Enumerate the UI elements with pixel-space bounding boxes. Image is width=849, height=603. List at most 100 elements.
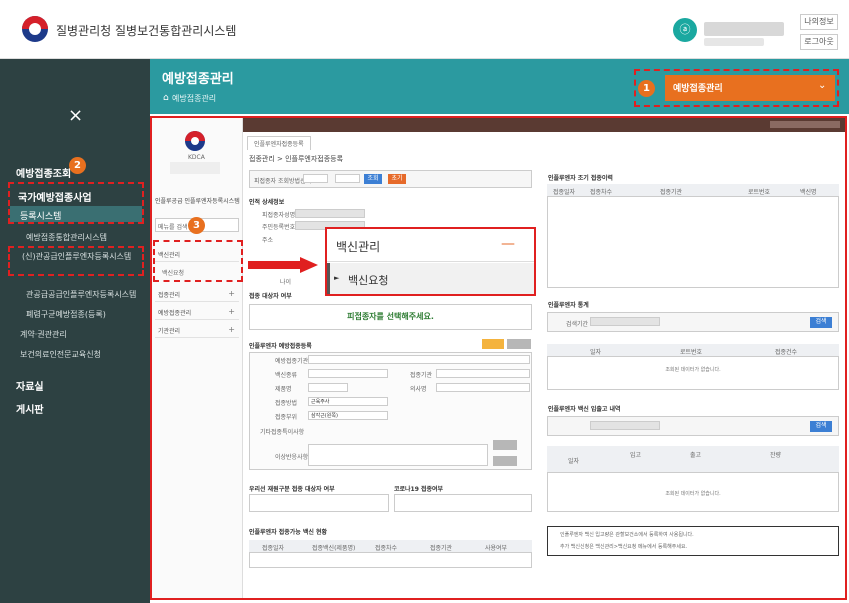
col-use: 사용여부 xyxy=(485,545,508,552)
sidebar-item-education[interactable]: 보건의료인전문교육신청 xyxy=(20,349,101,360)
col-hist-vax: 백신명 xyxy=(800,189,817,196)
step-badge-2: 2 xyxy=(69,157,86,174)
inner-topbar xyxy=(243,118,845,132)
org-subtitle-redacted xyxy=(170,162,220,174)
search-input-1[interactable] xyxy=(303,174,328,183)
logout-button[interactable]: 로그아웃 xyxy=(800,34,838,50)
sidebar-item-flu-supply[interactable]: 관공급공급인플루엔자등록시스템 xyxy=(26,289,136,300)
address-label: 주소 xyxy=(262,237,274,244)
breadcrumb[interactable]: 예방접종관리 xyxy=(172,93,216,104)
select-patient-message: 피접종자를 선택해주세요. xyxy=(249,304,532,330)
clear-button[interactable] xyxy=(507,339,531,349)
col-stock-in: 입고 xyxy=(630,452,642,459)
plus-icon: + xyxy=(228,325,235,334)
inner-menu-institution[interactable]: 기관관리 + xyxy=(155,322,239,338)
stock-empty: 조회된 데이터가 없습니다. xyxy=(665,491,721,497)
vaccine-type-select[interactable] xyxy=(308,369,388,378)
site-select[interactable]: 삼각근(왼쪽) xyxy=(308,411,388,420)
personal-info-heading: 인적 상세정보 xyxy=(249,199,285,206)
menu-dropdown[interactable]: 예방접종관리 xyxy=(665,75,835,101)
close-icon[interactable]: × xyxy=(68,105,83,126)
stock-query-button[interactable]: 검색 xyxy=(810,421,832,432)
sidebar-item-registration[interactable]: 등록시스템 xyxy=(20,209,61,222)
stock-period-field[interactable] xyxy=(590,421,660,430)
step-badge-3: 3 xyxy=(188,217,205,234)
sidebar-item-vaccination-inquiry[interactable]: 예방접종조회 xyxy=(16,165,71,180)
inner-menu-institution-label: 기관관리 xyxy=(158,328,181,335)
vaccine-registration-heading: 인플루엔자 예방접종등록 xyxy=(249,343,312,350)
inst-label: 접종기관 xyxy=(410,372,433,379)
inner-menu-vaccine-request[interactable]: 백신요청 xyxy=(162,268,184,277)
sidebar-item-integrated[interactable]: 예방접종통합관리시스템 xyxy=(26,232,107,243)
stats-table-body xyxy=(547,356,839,390)
stats-heading: 인플루엔자 통계 xyxy=(548,302,589,309)
sidebar-item-contract[interactable]: 계약·권관관리 xyxy=(20,329,67,340)
covid-field[interactable] xyxy=(394,494,532,512)
age-label: 나이 xyxy=(280,279,292,286)
search-button[interactable]: 조회 xyxy=(364,174,382,184)
sidebar-item-library[interactable]: 자료실 xyxy=(16,378,44,393)
col-lotno: 로트번호 xyxy=(680,349,703,356)
add-button[interactable] xyxy=(493,440,517,450)
route-select[interactable]: 근육주사 xyxy=(308,397,388,406)
col-vaccine: 접종백신(제품명) xyxy=(312,545,356,552)
rrn-label: 주민등록번호 xyxy=(262,224,296,231)
sidebar-item-pneumococcal[interactable]: 폐렴구균예방접종(등록) xyxy=(26,309,106,320)
menu-search-placeholder: 메뉴를 검색 xyxy=(158,224,188,231)
inner-menu-vaccination[interactable]: 접종관리 + xyxy=(155,286,239,302)
collapse-icon[interactable]: — xyxy=(501,236,515,252)
payer-heading: 우리선 재원구분 접종 대상자 여부 xyxy=(249,486,335,493)
date-field[interactable] xyxy=(308,355,530,364)
eligibility-heading: 접종 대상자 여부 xyxy=(249,293,292,300)
payer-field[interactable] xyxy=(249,494,389,512)
fetch-button[interactable] xyxy=(482,339,504,349)
stats-query-button[interactable]: 검색 xyxy=(810,317,832,328)
inst-field[interactable] xyxy=(436,369,530,378)
notice-1: 인플루엔자 백신 입고량은 관할보건소에서 등록하여 사용됩니다. xyxy=(560,532,694,538)
sidebar-group-national-program[interactable]: 국가예방접종사업 xyxy=(18,189,92,204)
col-hist-date: 접종일자 xyxy=(553,189,576,196)
schedule-row xyxy=(249,552,532,568)
schedule-heading: 인플루엔자 접종가능 백신 현황 xyxy=(249,529,328,536)
pointer-arrow-icon xyxy=(248,257,318,273)
route-label: 접종방법 xyxy=(275,400,298,407)
home-icon[interactable]: ⌂ xyxy=(163,93,169,103)
col-hist-inst: 접종기관 xyxy=(660,189,683,196)
inner-topbar-info xyxy=(770,121,840,128)
memo-field[interactable] xyxy=(308,444,488,466)
date-label: 예방접종기관 xyxy=(275,358,309,365)
col-dose: 접종차수 xyxy=(375,545,398,552)
reset-button[interactable]: 초기 xyxy=(388,174,406,184)
user-avatar[interactable]: ⓐ xyxy=(673,18,697,42)
brand-label: 제품명 xyxy=(275,386,292,393)
col-qty: 접종건수 xyxy=(775,349,798,356)
search-input-2[interactable] xyxy=(335,174,360,183)
kdca-emblem-icon xyxy=(185,131,205,151)
inner-menu-vaccine-label: 백신관리 xyxy=(158,252,181,259)
system-title: 인플루공급 인플루엔자등록시스템 xyxy=(155,198,240,205)
save-button[interactable] xyxy=(493,456,517,466)
org-name: KDCA xyxy=(188,154,205,161)
app-title: 질병관리청 질병보건통합관리시스템 xyxy=(56,24,237,38)
inner-menu-prevention[interactable]: 예방접종관리 + xyxy=(155,304,239,320)
my-info-button[interactable]: 나의정보 xyxy=(800,14,838,30)
period-field[interactable] xyxy=(590,317,660,326)
popup-title: 백신관리 xyxy=(336,240,381,254)
name-field[interactable] xyxy=(295,209,365,218)
user-name-redacted xyxy=(704,22,784,36)
inner-menu-vaccine[interactable]: 백신관리 xyxy=(155,246,239,262)
chevron-down-icon[interactable]: ⌄ xyxy=(818,80,826,91)
stats-empty: 조회된 데이터가 없습니다. xyxy=(665,367,721,373)
col-hist-lot: 로트번호 xyxy=(748,189,771,196)
sidebar-item-new-flu[interactable]: (신)관공급인플루엔자등록시스템 xyxy=(22,251,140,262)
col-inst: 접종기관 xyxy=(430,545,453,552)
tab-flu-registration[interactable]: 인플루엔자접종등록 xyxy=(247,136,311,150)
brand-select[interactable] xyxy=(308,383,348,392)
inner-menu-vaccination-label: 접종관리 xyxy=(158,292,181,299)
name-label: 피접종자성명 xyxy=(262,212,296,219)
sidebar-item-board[interactable]: 게시판 xyxy=(16,401,44,416)
covid-heading: 코로나19 접종여부 xyxy=(394,486,444,493)
history-heading: 인플루엔자 조기 접종이력 xyxy=(548,175,613,182)
col-stock-balance: 잔량 xyxy=(770,452,782,459)
doctor-field[interactable] xyxy=(436,383,530,392)
